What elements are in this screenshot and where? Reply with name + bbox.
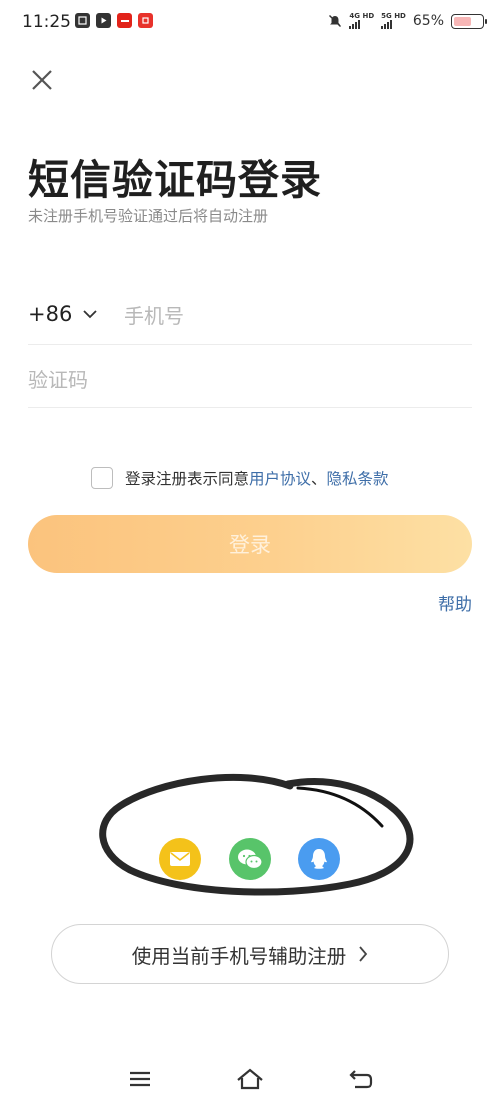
phone-number-input[interactable] (124, 300, 464, 332)
email-login-button[interactable] (159, 838, 201, 880)
phone-row: +86 (28, 288, 472, 345)
battery-icon (451, 13, 487, 29)
agreement-checkbox[interactable] (91, 467, 113, 489)
notification-icons (75, 13, 153, 28)
signal-1: 4G HD (349, 13, 374, 29)
wechat-login-button[interactable] (229, 838, 271, 880)
menu-nav-button[interactable] (126, 1067, 154, 1091)
system-nav-bar (0, 1055, 500, 1097)
gallery-app-icon (75, 13, 90, 28)
country-code-selector[interactable]: +86 (28, 302, 98, 326)
help-link[interactable]: 帮助 (438, 590, 472, 615)
wechat-icon (238, 849, 263, 870)
page-title: 短信验证码登录 (28, 156, 322, 204)
news-app-icon (117, 13, 132, 28)
mail-icon (170, 852, 190, 866)
agreement-separator: 、 (311, 470, 327, 488)
country-code-label: +86 (28, 302, 73, 326)
user-agreement-link[interactable]: 用户协议 (249, 467, 311, 489)
privacy-terms-link[interactable]: 隐私条款 (327, 467, 389, 489)
qq-icon (311, 849, 327, 869)
battery-fill (454, 16, 471, 26)
home-icon (237, 1068, 263, 1090)
agreement-row: 登录注册表示同意 用户协议 、 隐私条款 (91, 467, 389, 489)
status-right: 4G HD 5G HD 65% (328, 13, 487, 29)
video-app-icon (96, 13, 111, 28)
network-1-label: 4G HD (349, 12, 375, 20)
agreement-text: 登录注册表示同意 (125, 470, 250, 488)
assist-register-button[interactable]: 使用当前手机号辅助注册 (51, 924, 449, 984)
mute-icon (329, 15, 342, 27)
hand-drawn-circle-annotation (99, 773, 414, 896)
battery-percent: 65% (412, 13, 444, 29)
page-subtitle: 未注册手机号验证通过后将自动注册 (28, 207, 269, 225)
home-nav-button[interactable] (236, 1067, 264, 1091)
back-nav-button[interactable] (347, 1067, 375, 1091)
back-icon (349, 1070, 373, 1089)
login-button[interactable]: 登录 (28, 515, 472, 573)
status-time: 11:25 (22, 12, 71, 32)
close-icon (32, 70, 52, 90)
code-row (28, 350, 472, 408)
status-bar: 11:25 4G HD 5G HD 65% (0, 0, 500, 48)
verification-code-input[interactable] (28, 364, 468, 396)
close-button[interactable] (26, 64, 58, 96)
signal-bars-icon (381, 20, 393, 29)
menu-icon (130, 1071, 150, 1087)
signal-bars-icon (349, 20, 361, 29)
network-2-label: 5G HD (381, 12, 406, 20)
qq-login-button[interactable] (298, 838, 340, 880)
assist-register-label: 使用当前手机号辅助注册 (131, 944, 347, 968)
chevron-right-icon (359, 946, 368, 962)
signal-2: 5G HD (381, 13, 406, 29)
chevron-down-icon (83, 310, 97, 319)
shopping-app-icon (138, 13, 153, 28)
